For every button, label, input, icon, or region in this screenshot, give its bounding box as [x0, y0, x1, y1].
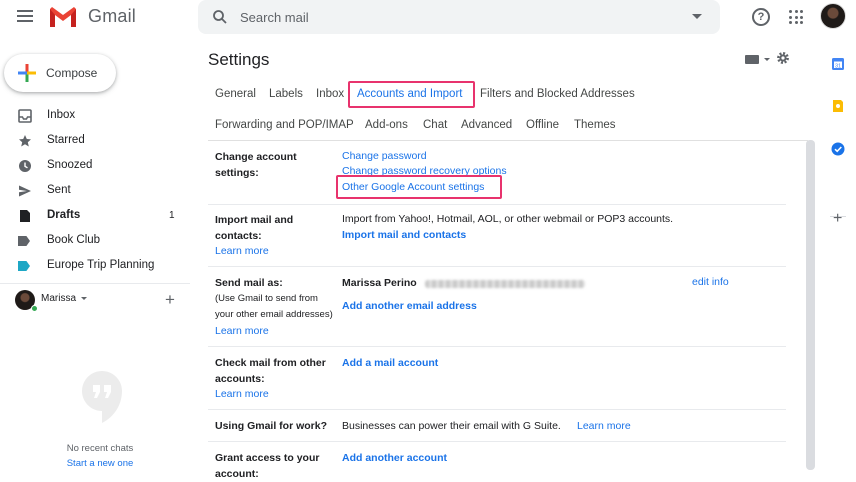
sender-name: Marissa Perino [342, 277, 417, 289]
svg-text:31: 31 [835, 63, 841, 69]
import-description: Import from Yahoo!, Hotmail, AOL, or oth… [342, 213, 674, 225]
row-divider [208, 266, 786, 267]
tab-offline[interactable]: Offline [526, 119, 559, 131]
label-icon [18, 236, 30, 246]
send-mail-as-label: Send mail as: [215, 277, 283, 289]
import-learn-more-link[interactable]: Learn more [215, 245, 269, 257]
sidebar-item-drafts[interactable]: Drafts 1 [0, 205, 190, 227]
help-icon[interactable]: ? [752, 8, 770, 26]
send-mail-learn-more-link[interactable]: Learn more [215, 325, 269, 337]
sidebar-item-label: Europe Trip Planning [47, 259, 155, 271]
sidebar-item-sent[interactable]: Sent [0, 180, 190, 202]
sidebar-item-snoozed[interactable]: Snoozed [0, 155, 190, 177]
compose-label: Compose [46, 66, 98, 80]
apps-icon[interactable] [789, 10, 803, 24]
settings-main: Settings General Labels Inbox Accounts a… [197, 36, 820, 482]
send-mail-as-description: (Use Gmail to send from your other email… [215, 293, 333, 320]
row-divider [208, 441, 786, 442]
import-mail-label: Import mail and contacts: [215, 214, 294, 242]
inbox-icon [18, 109, 32, 123]
import-mail-and-contacts-link[interactable]: Import mail and contacts [342, 229, 466, 241]
start-new-chat-link[interactable]: Start a new one [0, 458, 200, 469]
add-another-email-address-link[interactable]: Add another email address [342, 300, 477, 312]
clock-icon [19, 160, 31, 172]
tab-highlight-box [348, 81, 475, 108]
tab-advanced[interactable]: Advanced [461, 119, 512, 131]
tasks-icon[interactable] [831, 142, 845, 156]
star-icon [19, 135, 31, 147]
account-avatar[interactable] [820, 3, 846, 29]
sidebar-item-label: Sent [47, 184, 71, 196]
sidebar-item-europe-trip-planning[interactable]: Europe Trip Planning [0, 255, 190, 277]
check-mail-label: Check mail from other accounts: [215, 357, 326, 385]
row-divider [208, 204, 786, 205]
tab-filters-and-blocked-addresses[interactable]: Filters and Blocked Addresses [480, 88, 635, 100]
change-password-link[interactable]: Change password [342, 150, 427, 162]
send-icon [19, 185, 31, 197]
keyboard-icon[interactable] [745, 55, 759, 64]
drafts-count: 1 [169, 210, 175, 221]
search-input[interactable] [240, 0, 680, 34]
tab-labels[interactable]: Labels [269, 88, 303, 100]
new-chat-icon[interactable]: + [165, 291, 175, 308]
change-account-label: Change account settings: [215, 151, 297, 179]
tab-add-ons[interactable]: Add-ons [365, 119, 408, 131]
sidebar-item-starred[interactable]: Starred [0, 130, 190, 152]
row-divider [208, 409, 786, 410]
compose-button[interactable]: Compose [4, 54, 116, 92]
app-name: Gmail [88, 6, 137, 26]
no-recent-chats-text: No recent chats [66, 443, 134, 454]
search-icon[interactable] [212, 9, 228, 25]
hangouts-icon [82, 371, 122, 423]
top-header: Gmail ? [0, 0, 856, 36]
check-mail-learn-more-link[interactable]: Learn more [215, 388, 269, 400]
gmail-logo[interactable] [48, 5, 78, 29]
side-panel: 31 + [820, 40, 856, 482]
sidebar-item-label: Starred [47, 134, 85, 146]
g-suite-description: Businesses can power their email with G … [342, 420, 561, 432]
edit-info-link[interactable]: edit info [692, 276, 729, 288]
tab-themes[interactable]: Themes [574, 119, 616, 131]
sidebar-item-label: Snoozed [47, 159, 93, 171]
online-status-icon [31, 305, 38, 312]
tab-general[interactable]: General [215, 88, 256, 100]
add-another-account-link[interactable]: Add another account [342, 452, 447, 464]
row-divider [208, 346, 786, 347]
page-title: Settings [208, 50, 270, 69]
keep-icon[interactable] [831, 99, 845, 113]
sidebar-item-label: Book Club [47, 234, 101, 246]
calendar-icon[interactable]: 31 [831, 57, 845, 71]
menu-icon[interactable] [17, 10, 33, 23]
sidebar-item-label: Drafts [47, 209, 81, 221]
scrollbar[interactable] [806, 140, 815, 470]
gear-icon[interactable] [776, 51, 790, 65]
chat-status-caret-icon[interactable] [81, 297, 87, 300]
grant-access-label: Grant access to your account: [215, 452, 320, 480]
search-bar[interactable] [198, 0, 720, 34]
tab-forwarding-and-pop-imap[interactable]: Forwarding and POP/IMAP [215, 119, 354, 131]
input-tools-caret-icon[interactable] [764, 58, 770, 61]
add-addon-icon[interactable]: + [833, 210, 842, 228]
gmail-for-work-label: Using Gmail for work? [215, 420, 328, 432]
compose-plus-icon [18, 64, 36, 82]
sidebar-divider [0, 283, 190, 284]
link-highlight-box [336, 175, 502, 199]
tab-inbox[interactable]: Inbox [316, 88, 344, 100]
sidebar-item-inbox[interactable]: Inbox [0, 105, 190, 127]
draft-icon [20, 210, 30, 222]
tab-chat[interactable]: Chat [423, 119, 447, 131]
g-suite-learn-more-link[interactable]: Learn more [577, 420, 631, 432]
sidebar-item-book-club[interactable]: Book Club [0, 230, 190, 252]
tabs-divider [208, 140, 808, 141]
sidebar-item-label: Inbox [47, 109, 76, 121]
label-icon [18, 261, 30, 271]
redacted-email-address [425, 280, 585, 288]
chat-user-name[interactable]: Marissa [41, 293, 76, 304]
search-options-icon[interactable] [692, 14, 702, 19]
add-mail-account-link[interactable]: Add a mail account [342, 357, 438, 369]
